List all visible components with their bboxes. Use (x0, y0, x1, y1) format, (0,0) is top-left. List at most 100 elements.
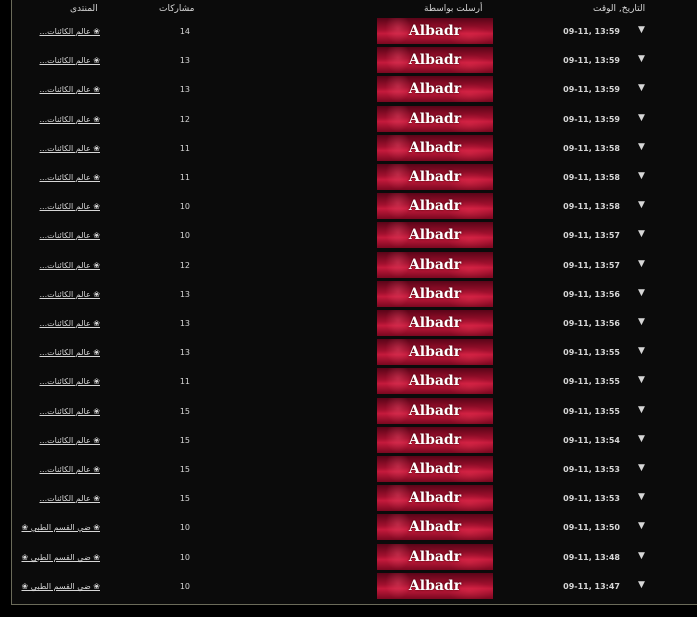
table-row: ❀ ضي القسم الطبي ❀ 10 Albadr 09-11, 13:47 ▼ (0, 570, 697, 599)
chevron-down-icon[interactable]: ▼ (638, 317, 645, 327)
chevron-down-icon[interactable]: ▼ (638, 375, 645, 385)
forum-link[interactable]: ❀ عالم الكائنات... (39, 173, 100, 182)
sender-banner[interactable]: Albadr (377, 368, 493, 395)
table-row: ❀ عالم الكائنات... 11 Albadr 09-11, 13:55 ▼ (0, 365, 697, 395)
chevron-down-icon[interactable]: ▼ (638, 200, 645, 210)
forum-link[interactable]: ❀ عالم الكائنات... (39, 231, 100, 240)
chevron-down-icon[interactable]: ▼ (638, 580, 645, 590)
post-date: 09-11, 13:55 (563, 377, 620, 387)
sender-banner[interactable]: Albadr (377, 280, 493, 307)
chevron-down-icon[interactable]: ▼ (638, 171, 645, 181)
table-row: ❀ عالم الكائنات... 11 Albadr 09-11, 13:58 ▼ (0, 161, 697, 190)
sender-banner[interactable]: Albadr (377, 251, 493, 278)
sender-banner[interactable]: Albadr (377, 572, 493, 599)
post-count: 13 (179, 319, 190, 328)
sender-banner[interactable]: Albadr (377, 105, 493, 132)
sender-banner[interactable]: Albadr (377, 164, 493, 190)
sender-banner[interactable]: Albadr (377, 76, 493, 103)
chevron-down-icon[interactable]: ▼ (638, 346, 645, 356)
forum-link[interactable]: ❀ عالم الكائنات... (39, 319, 100, 328)
sender-banner[interactable]: Albadr (377, 134, 493, 161)
chevron-down-icon[interactable]: ▼ (638, 142, 645, 152)
forum-link[interactable]: ❀ عالم الكائنات... (39, 407, 100, 416)
post-date: 09-11, 13:57 (563, 231, 620, 241)
sender-banner[interactable]: Albadr (377, 222, 493, 249)
chevron-down-icon[interactable]: ▼ (638, 113, 645, 123)
sender-banner[interactable]: Albadr (377, 485, 493, 512)
chevron-down-icon[interactable]: ▼ (638, 521, 645, 531)
forum-link[interactable]: ❀ عالم الكائنات... (39, 261, 100, 270)
chevron-down-icon[interactable]: ▼ (638, 463, 645, 473)
forum-link[interactable]: ❀ عالم الكائنات... (39, 144, 100, 153)
post-date: 09-11, 13:58 (563, 173, 620, 182)
sender-name: Albadr (408, 548, 462, 565)
table-row: ❀ عالم الكائنات... 12 Albadr 09-11, 13:57 ▼ (0, 249, 697, 278)
chevron-down-icon[interactable]: ▼ (638, 54, 645, 64)
post-count: 10 (179, 231, 190, 241)
sender-name: Albadr (408, 139, 462, 156)
forum-link[interactable]: ❀ عالم الكائنات... (39, 115, 100, 124)
table-row: ❀ عالم الكائنات... 10 Albadr 09-11, 13:57 ▼ (0, 219, 697, 249)
forum-link[interactable]: ❀ عالم الكائنات... (39, 290, 100, 299)
chevron-down-icon[interactable]: ▼ (638, 259, 645, 269)
sender-banner[interactable]: Albadr (377, 543, 493, 570)
post-date: 09-11, 13:55 (563, 348, 620, 358)
forum-link[interactable]: ❀ عالم الكائنات... (39, 494, 100, 503)
sender-name: Albadr (408, 169, 462, 185)
post-count: 11 (179, 173, 190, 182)
table-row: ❀ عالم الكائنات... 12 Albadr 09-11, 13:59 ▼ (0, 103, 697, 132)
chevron-down-icon[interactable]: ▼ (638, 551, 645, 561)
sender-name: Albadr (408, 110, 462, 127)
sender-banner[interactable]: Albadr (377, 47, 493, 74)
table-row: ❀ ضي القسم الطبي ❀ 10 Albadr 09-11, 13:48 ▼ (0, 541, 697, 570)
post-date: 09-11, 13:58 (563, 143, 620, 153)
sender-name: Albadr (408, 373, 462, 390)
column-header-forum: المنتدى (70, 4, 98, 14)
post-date: 09-11, 13:58 (563, 202, 620, 212)
forum-link[interactable]: ❀ عالم الكائنات... (39, 202, 100, 211)
sender-name: Albadr (408, 81, 462, 98)
sender-name: Albadr (408, 344, 462, 361)
post-count: 13 (179, 348, 190, 358)
forum-link[interactable]: ❀ ضي القسم الطبي ❀ (21, 523, 100, 532)
post-count: 12 (179, 114, 190, 124)
forum-link[interactable]: ❀ عالم الكائنات... (39, 85, 100, 94)
sender-name: Albadr (408, 52, 462, 69)
chevron-down-icon[interactable]: ▼ (638, 25, 645, 35)
column-header-posts: مشاركات (159, 4, 195, 14)
forum-link[interactable]: ❀ ضي القسم الطبي ❀ (21, 553, 100, 562)
post-count: 10 (179, 552, 190, 562)
chevron-down-icon[interactable]: ▼ (638, 83, 645, 93)
sender-banner[interactable]: Albadr (377, 193, 493, 220)
forum-link[interactable]: ❀ عالم الكائنات... (39, 27, 100, 36)
sender-banner[interactable]: Albadr (377, 310, 493, 336)
forum-link[interactable]: ❀ عالم الكائنات... (39, 348, 100, 357)
forum-link[interactable]: ❀ عالم الكائنات... (39, 377, 100, 386)
table-row: ❀ عالم الكائنات... 15 Albadr 09-11, 13:53 ▼ (0, 453, 697, 482)
sender-name: Albadr (408, 519, 462, 536)
post-date: 09-11, 13:48 (563, 552, 620, 562)
chevron-down-icon[interactable]: ▼ (638, 229, 645, 239)
sender-banner[interactable]: Albadr (377, 397, 493, 424)
chevron-down-icon[interactable]: ▼ (638, 288, 645, 298)
sender-name: Albadr (408, 431, 462, 448)
forum-link[interactable]: ❀ عالم الكائنات... (39, 56, 100, 65)
sender-banner[interactable]: Albadr (377, 18, 493, 44)
forum-link[interactable]: ❀ عالم الكائنات... (39, 465, 100, 474)
sender-banner[interactable]: Albadr (377, 339, 493, 366)
post-count: 14 (179, 27, 190, 36)
chevron-down-icon[interactable]: ▼ (638, 492, 645, 502)
post-count: 13 (179, 56, 190, 66)
post-count: 13 (179, 85, 190, 95)
sender-name: Albadr (408, 461, 462, 477)
sender-banner[interactable]: Albadr (377, 514, 493, 541)
post-count: 13 (179, 289, 190, 299)
forum-link[interactable]: ❀ ضي القسم الطبي ❀ (21, 582, 100, 591)
chevron-down-icon[interactable]: ▼ (638, 405, 645, 415)
column-header-date: التاريخ, الوقت (593, 4, 646, 14)
post-count: 10 (179, 202, 190, 212)
forum-link[interactable]: ❀ عالم الكائنات... (39, 436, 100, 445)
sender-banner[interactable]: Albadr (377, 456, 493, 482)
sender-banner[interactable]: Albadr (377, 426, 493, 453)
chevron-down-icon[interactable]: ▼ (638, 434, 645, 444)
